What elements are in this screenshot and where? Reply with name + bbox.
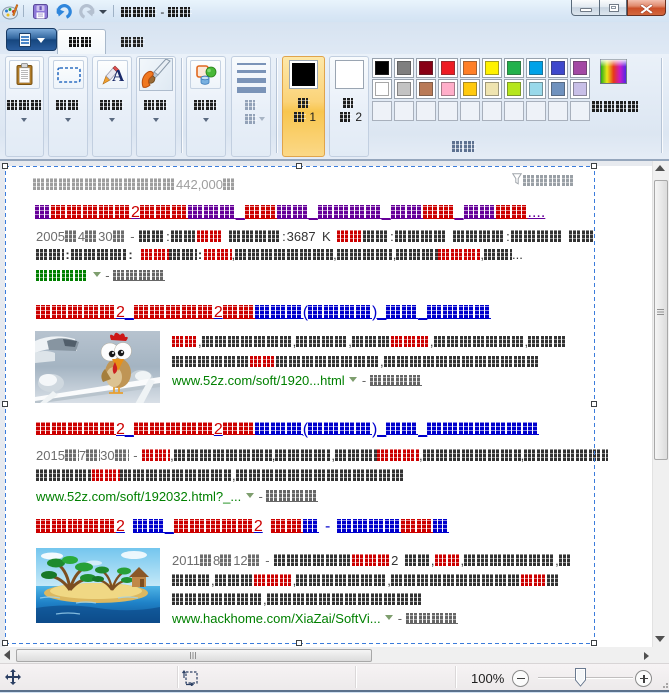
svg-text:A: A (112, 66, 124, 85)
